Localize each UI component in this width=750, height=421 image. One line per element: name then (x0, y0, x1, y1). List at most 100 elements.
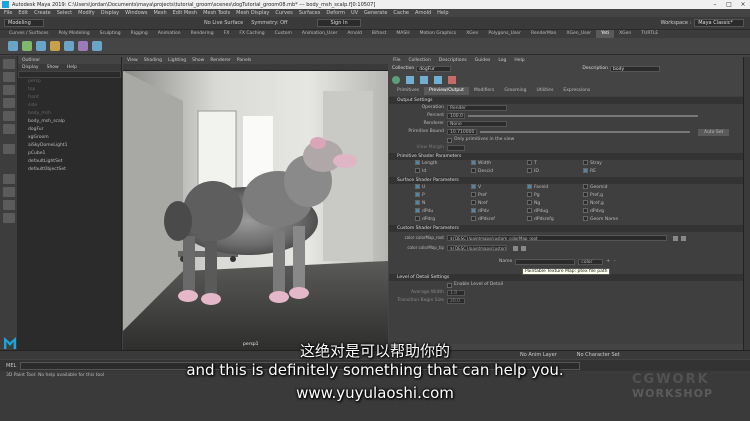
close-button[interactable]: × (736, 0, 750, 9)
outliner-menu-item[interactable]: Display (22, 64, 39, 71)
layout-outliner-icon[interactable] (3, 213, 15, 223)
outliner-item[interactable]: side (18, 102, 121, 110)
outliner-search[interactable] (18, 71, 121, 78)
select-tool-icon[interactable] (3, 59, 15, 69)
outliner-menu-item[interactable]: Help (67, 64, 77, 71)
param-checkbox[interactable] (583, 184, 588, 189)
shelf-tab[interactable]: Animation (153, 30, 186, 38)
param-checkbox[interactable] (527, 192, 532, 197)
menu-select[interactable]: Select (57, 10, 72, 16)
mode-dropdown[interactable]: Modeling (4, 19, 44, 27)
xgen-scroll-area[interactable]: Output Settings Operation Render Percent 1… (389, 96, 750, 344)
percent-slider[interactable] (468, 115, 698, 117)
outliner-item[interactable]: front (18, 94, 121, 102)
shelf-tab[interactable]: RenderMan (526, 30, 562, 38)
outliner-item[interactable]: body_msh_scalp (18, 118, 121, 126)
param-checkbox[interactable] (527, 168, 532, 173)
outliner-menu-item[interactable]: Show (47, 64, 59, 71)
param-checkbox[interactable] (583, 208, 588, 213)
maximize-button[interactable]: □ (722, 0, 736, 9)
shelf-tab[interactable]: TURTLE (636, 30, 663, 38)
outliner-item[interactable]: dogFur (18, 126, 121, 134)
scene-view[interactable]: persp1 (123, 71, 388, 350)
name-type-dropdown[interactable]: color (578, 259, 604, 265)
viewport-menu-item[interactable]: Show (192, 57, 204, 64)
expression-icon[interactable] (673, 235, 678, 241)
menu-surfaces[interactable]: Surfaces (299, 10, 321, 16)
param-checkbox[interactable] (471, 184, 476, 189)
description-dropdown[interactable]: body (610, 65, 660, 72)
param-checkbox[interactable] (583, 216, 588, 221)
operation-dropdown[interactable]: Render (447, 105, 507, 111)
paint-icon[interactable] (681, 235, 686, 241)
outliner-item[interactable]: defaultLightSet (18, 158, 121, 166)
menu-cache[interactable]: Cache (393, 10, 409, 16)
outliner-item[interactable]: pCube1 (18, 150, 121, 158)
xgen-menu-item[interactable]: Collection (409, 57, 431, 64)
menu-deform[interactable]: Deform (326, 10, 345, 16)
lod-header[interactable]: Level of Detail Settings (389, 274, 750, 281)
menu-mesh-tools[interactable]: Mesh Tools (203, 10, 230, 16)
menu-help[interactable]: Help (437, 10, 448, 16)
param-checkbox[interactable] (415, 216, 420, 221)
avg-width-field[interactable]: 1.0 (447, 290, 465, 296)
primitive-icon[interactable] (406, 76, 414, 84)
viewport-menu-item[interactable]: Lighting (168, 57, 186, 64)
only-primitives-checkbox[interactable] (447, 137, 452, 143)
param-checkbox[interactable] (583, 168, 588, 173)
shelf-tab[interactable]: XGen_User (561, 30, 596, 38)
enable-lod-checkbox[interactable] (447, 282, 452, 288)
param-checkbox[interactable] (415, 168, 420, 173)
param-checkbox[interactable] (471, 200, 476, 205)
live-surface-label[interactable]: No Live Surface (204, 20, 243, 26)
outliner-item[interactable]: aiSkyDomeLight1 (18, 142, 121, 150)
add-attr-button[interactable]: + (606, 258, 610, 266)
layout-side-icon[interactable] (3, 200, 15, 210)
shelf-tab[interactable]: MASH (391, 30, 414, 38)
menu-file[interactable]: File (4, 10, 12, 16)
scale-tool-icon[interactable] (3, 124, 15, 134)
yeti-render-icon[interactable] (92, 41, 102, 51)
param-checkbox[interactable] (471, 192, 476, 197)
shelf-tab[interactable]: Animation_User (297, 30, 342, 38)
param-checkbox[interactable] (583, 200, 588, 205)
shelf-tab[interactable]: Motion Graphics (415, 30, 462, 38)
add-description-icon[interactable] (392, 76, 400, 84)
transition-field[interactable]: 20.0 (447, 298, 465, 304)
xgen-menu-item[interactable]: Descriptions (439, 57, 467, 64)
menu-modify[interactable]: Modify (78, 10, 95, 16)
custom-shader-header[interactable]: Custom Shader Parameters (389, 225, 750, 232)
output-settings-header[interactable]: Output Settings (389, 97, 750, 104)
menu-generate[interactable]: Generate (364, 10, 387, 16)
percent-field[interactable]: 100.0 (447, 113, 465, 119)
layout-four-icon[interactable] (3, 187, 15, 197)
viewport-panel[interactable]: View Shading Lighting Show Renderer Panels (123, 57, 388, 350)
yeti-node-icon[interactable] (8, 41, 18, 51)
menu-display[interactable]: Display (101, 10, 119, 16)
xgen-tab[interactable]: Preview/Output (424, 87, 469, 95)
preview-icon[interactable] (434, 76, 442, 84)
surface-shader-header[interactable]: Surface Shader Parameters (389, 177, 750, 184)
workspace-dropdown[interactable]: Maya Classic* (694, 19, 744, 27)
yeti-cache-icon[interactable] (78, 41, 88, 51)
menu-uv[interactable]: UV (351, 10, 358, 16)
outliner-item[interactable]: body_msh (18, 110, 121, 118)
move-tool-icon[interactable] (3, 98, 15, 108)
shelf-tab[interactable]: Rendering (186, 30, 219, 38)
menu-create[interactable]: Create (34, 10, 51, 16)
param-checkbox[interactable] (527, 160, 532, 165)
xgen-menu-item[interactable]: File (393, 57, 401, 64)
guide-icon[interactable] (420, 76, 428, 84)
xgen-tab[interactable]: Primitives (392, 87, 424, 95)
shelf-tab[interactable]: Polygons_User (483, 30, 526, 38)
xgen-tab[interactable]: Expressions (558, 87, 595, 95)
shelf-tab[interactable]: Bifrost (367, 30, 392, 38)
primitive-shader-header[interactable]: Primitive Shader Parameters (389, 153, 750, 160)
primitive-bound-field[interactable]: 10.710000 (447, 129, 477, 135)
remove-attr-button[interactable]: - (614, 258, 616, 266)
yeti-guide-icon[interactable] (36, 41, 46, 51)
renderer-dropdown[interactable]: None (447, 121, 507, 127)
shelf-tab[interactable]: Custom (270, 30, 297, 38)
param-checkbox[interactable] (527, 216, 532, 221)
outliner-item[interactable]: top (18, 86, 121, 94)
